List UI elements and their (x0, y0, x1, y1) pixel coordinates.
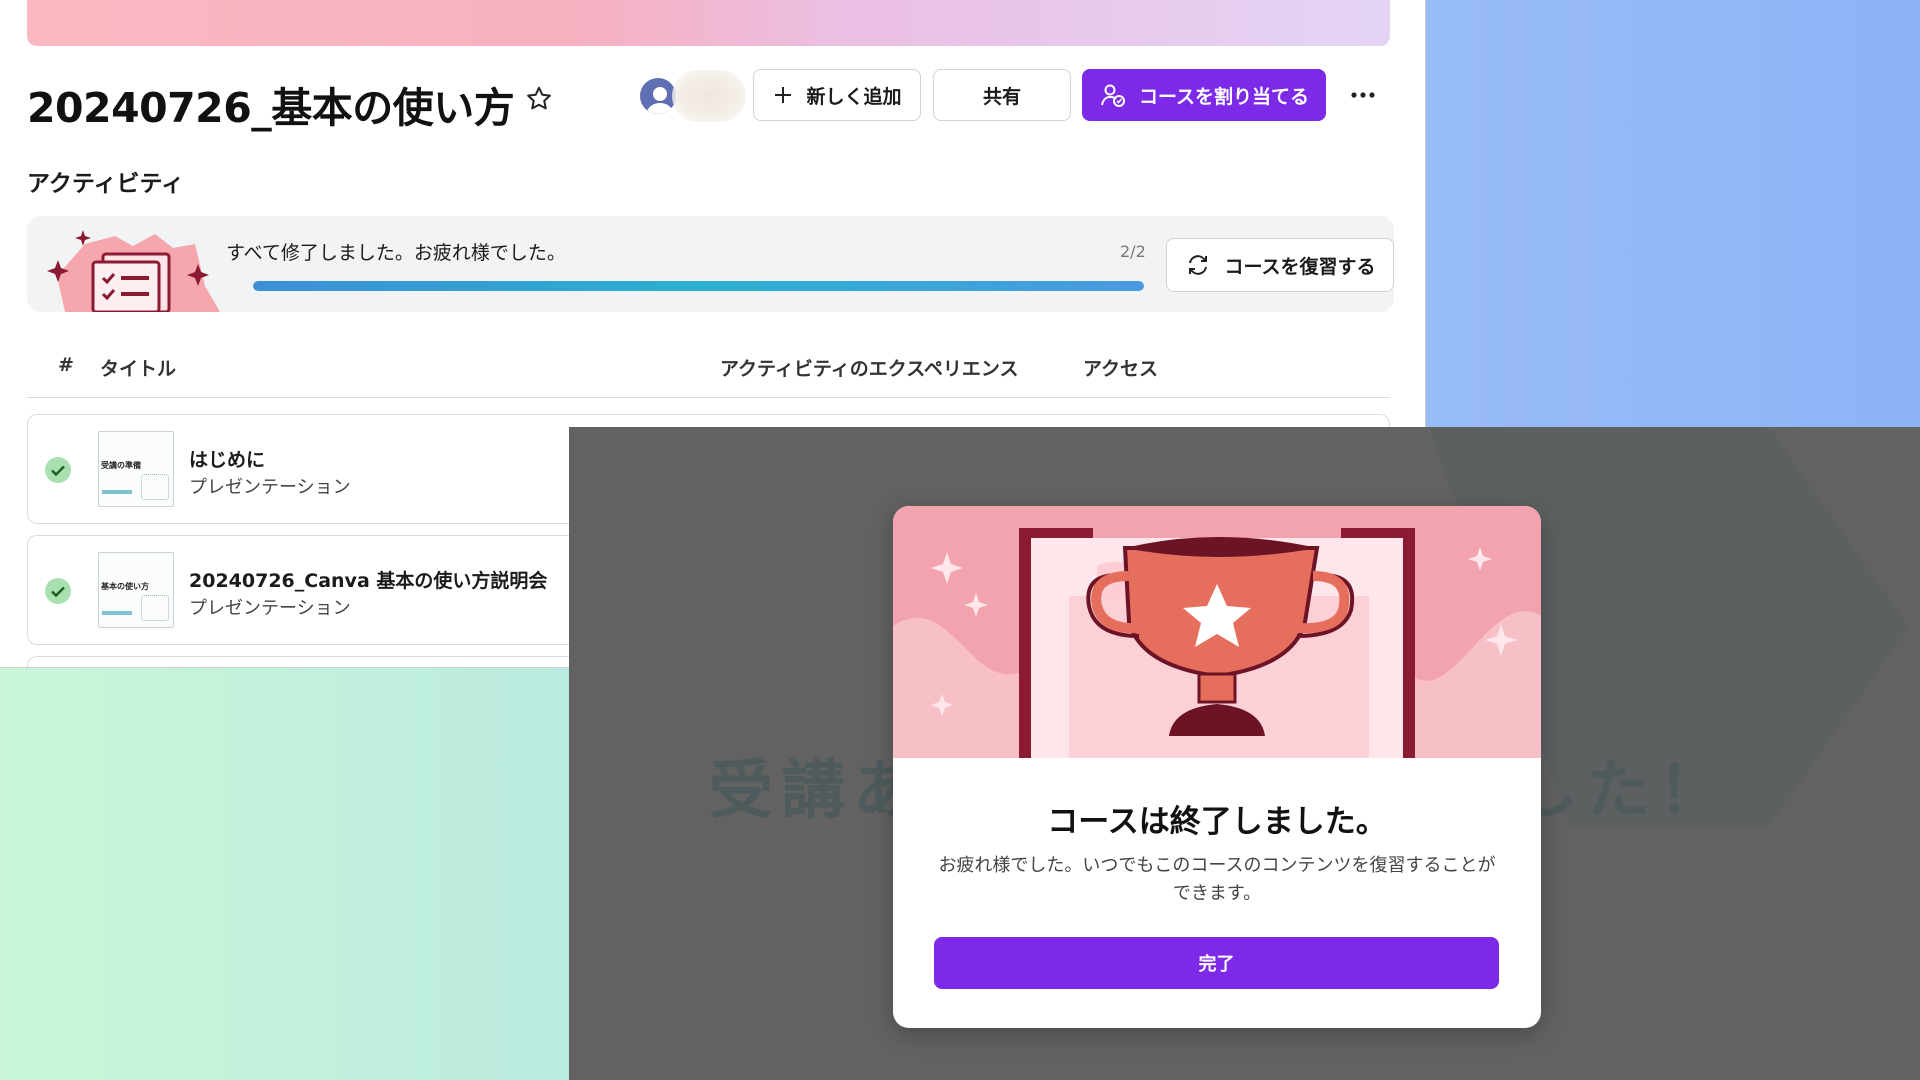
trophy-illustration (893, 506, 1541, 758)
course-title: 20240726_基本の使い方 (27, 84, 515, 132)
share-button[interactable]: 共有 (933, 69, 1071, 121)
row-thumbnail: 基本の使い方 (98, 552, 174, 628)
add-new-button[interactable]: 新しく追加 (753, 69, 921, 121)
activity-status-text: すべて修了しました。お疲れ様でした。 (226, 242, 566, 264)
column-header-number: # (58, 354, 74, 376)
thumbnail-accent-bar (102, 611, 132, 615)
done-button[interactable]: 完了 (934, 937, 1499, 989)
thumbnail-illustration (141, 595, 169, 621)
share-label: 共有 (982, 85, 1021, 108)
row-title[interactable]: はじめに (189, 445, 265, 472)
thumbnail-text: 受講の準備 (101, 461, 141, 470)
activity-progress-bar (253, 281, 1144, 291)
thumbnail-illustration (141, 474, 169, 500)
row-title[interactable]: 20240726_Canva 基本の使い方説明会 (189, 566, 547, 593)
refresh-icon (1184, 251, 1212, 279)
course-banner (27, 0, 1390, 46)
review-course-label: コースを復習する (1224, 255, 1376, 278)
column-header-title[interactable]: タイトル (100, 354, 176, 381)
background-slide-text-end: した！ (1514, 754, 1730, 828)
review-course-button[interactable]: コースを復習する (1166, 238, 1394, 292)
more-options-icon[interactable] (1349, 86, 1377, 104)
assign-course-button[interactable]: コースを割り当てる (1082, 69, 1326, 121)
completed-check-icon (45, 457, 71, 483)
modal-title: コースは終了しました。 (1047, 804, 1387, 840)
checklist-illustration (47, 230, 220, 312)
assign-users-icon (1099, 81, 1127, 109)
thumbnail-accent-bar (102, 490, 132, 494)
thumbnail-text: 基本の使い方 (101, 582, 149, 591)
completed-check-icon (45, 578, 71, 604)
column-header-access: アクセス (1083, 358, 1159, 380)
plus-icon (772, 84, 794, 106)
course-complete-modal: コースは終了しました。 お疲れ様でした。いつでもこのコースのコンテンツを復習する… (893, 506, 1541, 1028)
row-thumbnail: 受講の準備 (98, 431, 174, 507)
activity-progress-fill (253, 281, 1144, 291)
column-header-experience: アクティビティのエクスペリエンス (720, 358, 1019, 380)
add-new-label: 新しく追加 (806, 85, 902, 108)
row-type: プレゼンテーション (189, 477, 351, 498)
modal-body: お疲れ様でした。いつでもこのコースのコンテンツを復習することができます。 (938, 855, 1496, 904)
table-divider (27, 397, 1390, 398)
activity-heading: アクティビティ (27, 171, 185, 197)
star-icon[interactable] (524, 84, 554, 114)
assign-course-label: コースを割り当てる (1138, 85, 1310, 108)
activity-count: 2/2 (1120, 242, 1146, 261)
collaborator-avatar[interactable] (672, 70, 746, 122)
row-type: プレゼンテーション (189, 598, 351, 619)
